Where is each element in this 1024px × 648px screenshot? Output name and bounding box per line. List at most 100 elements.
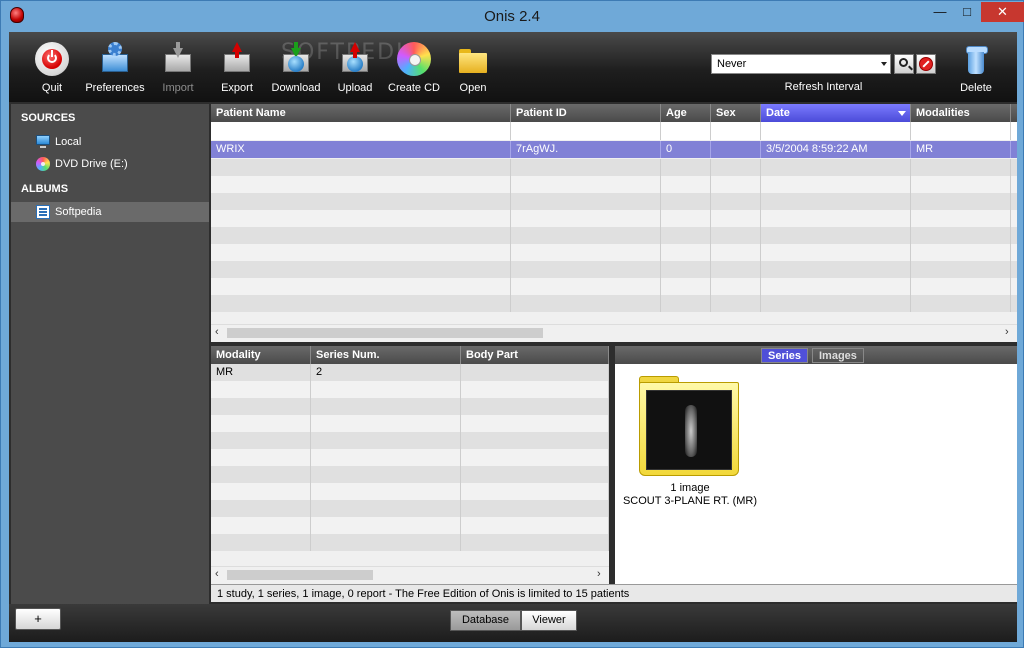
preferences-gear-icon xyxy=(98,42,132,76)
modality-cell: MR xyxy=(211,364,311,381)
delete-label: Delete xyxy=(960,82,992,94)
filter-row[interactable] xyxy=(211,122,1017,140)
chevron-down-icon xyxy=(881,62,887,66)
series-table-header: Modality Series Num. Body Part xyxy=(211,346,609,364)
empty-table-row xyxy=(211,483,609,500)
stop-button[interactable] xyxy=(916,54,936,74)
close-button[interactable]: ✕ xyxy=(981,2,1024,22)
sidebar-item-label: Softpedia xyxy=(55,206,102,218)
empty-table-row xyxy=(211,466,609,483)
column-sex[interactable]: Sex xyxy=(711,104,761,122)
column-modalities[interactable]: Modalities xyxy=(911,104,1011,122)
date-cell: 3/5/2004 8:59:22 AM xyxy=(761,141,911,158)
series-table: Modality Series Num. Body Part MR 2 ‹ › xyxy=(211,346,609,584)
refresh-interval-value: Never xyxy=(717,58,747,70)
computer-icon xyxy=(36,135,50,148)
window-title: Onis 2.4 xyxy=(484,8,540,25)
app-window: Onis 2.4 — □ ✕ SOFTPEDIA Quit Preference… xyxy=(0,0,1024,648)
preferences-button[interactable]: Preferences xyxy=(80,42,150,94)
empty-table-row xyxy=(211,295,1017,312)
delete-button[interactable]: Delete xyxy=(941,42,1011,94)
patients-table: Patient Name Patient ID Age Sex Date Mod… xyxy=(211,104,1017,342)
sidebar-item-label: DVD Drive (E:) xyxy=(55,158,128,170)
add-button[interactable]: + xyxy=(15,608,61,630)
title-bar[interactable]: Onis 2.4 — □ ✕ xyxy=(1,1,1024,31)
patient-id-cell: 7rAgWJ. xyxy=(511,141,661,158)
search-button[interactable] xyxy=(894,54,914,74)
sidebar-item-softpedia[interactable]: Softpedia xyxy=(11,202,209,222)
empty-table-row xyxy=(211,193,1017,210)
import-icon xyxy=(161,42,195,76)
refresh-interval-select[interactable]: Never xyxy=(711,54,891,74)
column-body-part[interactable]: Body Part xyxy=(461,346,609,364)
patient-name-cell: WRIX xyxy=(211,141,511,158)
open-button[interactable]: Open xyxy=(438,42,508,94)
client-area: SOFTPEDIA Quit Preferences Import Export… xyxy=(9,32,1017,642)
empty-table-row xyxy=(211,227,1017,244)
empty-table-row xyxy=(211,432,609,449)
toolbar: SOFTPEDIA Quit Preferences Import Export… xyxy=(9,32,1017,102)
sidebar: SOURCES Local DVD Drive (E:) ALBUMS Soft… xyxy=(11,104,209,604)
download-icon xyxy=(279,42,313,76)
tab-images[interactable]: Images xyxy=(812,348,864,363)
album-icon xyxy=(36,205,50,219)
quit-button[interactable]: Quit xyxy=(17,42,87,94)
status-bar: 1 study, 1 series, 1 image, 0 report - T… xyxy=(211,584,1017,602)
trash-icon xyxy=(959,42,993,76)
empty-table-row xyxy=(211,210,1017,227)
table-row[interactable]: MR 2 xyxy=(211,364,609,381)
scroll-thumb[interactable] xyxy=(227,328,543,338)
table-row[interactable]: WRIX 7rAgWJ. 0 3/5/2004 8:59:22 AM MR xyxy=(211,141,1017,158)
empty-table-row xyxy=(211,244,1017,261)
empty-table-row xyxy=(211,500,609,517)
maximize-button[interactable]: □ xyxy=(954,2,980,22)
column-date[interactable]: Date xyxy=(761,104,911,122)
search-icon xyxy=(899,58,908,67)
empty-table-row xyxy=(211,278,1017,295)
viewer-tab-button[interactable]: Viewer xyxy=(521,610,577,631)
empty-table-row xyxy=(211,517,609,534)
sidebar-item-dvd-drive[interactable]: DVD Drive (E:) xyxy=(11,154,209,174)
database-tab-button[interactable]: Database xyxy=(450,610,521,631)
series-folder-item[interactable] xyxy=(639,376,741,476)
age-cell: 0 xyxy=(661,141,711,158)
open-label: Open xyxy=(459,82,487,94)
scroll-left-icon[interactable]: ‹ xyxy=(215,326,219,338)
scroll-left-icon[interactable]: ‹ xyxy=(215,568,219,580)
body-part-cell xyxy=(461,364,609,381)
empty-table-row xyxy=(211,449,609,466)
scroll-thumb[interactable] xyxy=(227,570,373,580)
mri-thumbnail-image xyxy=(646,390,732,470)
quit-label: Quit xyxy=(41,82,63,94)
albums-header: ALBUMS xyxy=(21,183,69,195)
empty-table-row xyxy=(211,415,609,432)
tab-series[interactable]: Series xyxy=(761,348,809,363)
empty-table-row xyxy=(211,381,609,398)
empty-table-row xyxy=(211,398,609,415)
power-icon xyxy=(35,42,69,76)
column-patient-name[interactable]: Patient Name xyxy=(211,104,511,122)
series-horizontal-scrollbar[interactable]: ‹ › xyxy=(211,566,609,582)
upload-icon xyxy=(338,42,372,76)
series-description: SCOUT 3-PLANE RT. (MR) xyxy=(622,495,758,507)
sidebar-item-local[interactable]: Local xyxy=(11,132,209,152)
column-age[interactable]: Age xyxy=(661,104,711,122)
sex-cell xyxy=(711,141,761,158)
empty-table-row xyxy=(211,176,1017,193)
scroll-right-icon[interactable]: › xyxy=(1005,326,1009,338)
series-panel-header: Series Images xyxy=(615,346,1017,364)
stop-icon xyxy=(919,57,933,71)
folder-icon xyxy=(456,42,490,76)
series-thumbnail-panel: Series Images 1 image SCOUT 3-PLANE RT. … xyxy=(615,346,1017,584)
bottom-bar: + Database Viewer xyxy=(9,604,1017,642)
column-patient-id[interactable]: Patient ID xyxy=(511,104,661,122)
column-series-num[interactable]: Series Num. xyxy=(311,346,461,364)
patients-table-header: Patient Name Patient ID Age Sex Date Mod… xyxy=(211,104,1017,122)
series-image-count: 1 image xyxy=(670,482,710,494)
sidebar-item-label: Local xyxy=(55,136,82,148)
dvd-icon xyxy=(36,157,50,171)
minimize-button[interactable]: — xyxy=(927,2,953,22)
patients-horizontal-scrollbar[interactable]: ‹ › xyxy=(211,324,1017,340)
column-modality[interactable]: Modality xyxy=(211,346,311,364)
scroll-right-icon[interactable]: › xyxy=(597,568,601,580)
